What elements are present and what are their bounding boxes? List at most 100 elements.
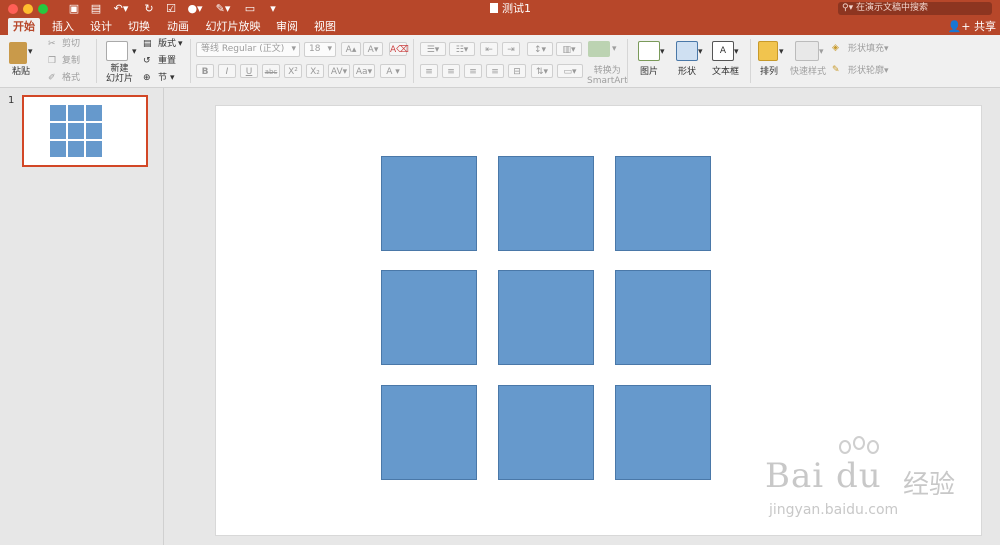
tab-home[interactable]: 开始 [8,18,40,35]
strikethrough-button[interactable]: abc [262,64,280,78]
shape-icon[interactable] [676,41,698,61]
underline-button[interactable]: U [240,64,258,78]
section-dropdown-icon[interactable]: ▾ [170,73,175,84]
format-painter-icon[interactable]: ✐ [48,73,56,84]
quick-styles-dropdown-icon[interactable]: ▾ [819,47,824,58]
align-center-button[interactable]: ≡ [442,64,460,78]
textbox-button[interactable]: 文本框 [712,67,739,78]
paste-button[interactable]: 粘贴 [12,67,30,78]
copy-button[interactable]: 复制 [62,56,80,67]
justify-button[interactable]: ≡ [486,64,504,78]
increase-indent-button[interactable]: ⇥ [502,42,520,56]
subscript-button[interactable]: X₂ [306,64,324,78]
search-input[interactable]: ⚲▾ 在演示文稿中搜索 [838,2,992,15]
tab-view[interactable]: 视图 [310,18,340,35]
new-slide-dropdown-icon[interactable]: ▾ [132,47,137,58]
picture-button[interactable]: 图片 [640,67,658,78]
minimize-window-button[interactable] [23,4,33,14]
shape-button[interactable]: 形状 [678,67,696,78]
section-button[interactable]: 节 [158,73,167,84]
tab-slideshow[interactable]: 幻灯片放映 [202,18,264,35]
increase-font-size-button[interactable]: A▴ [341,42,361,56]
tab-transitions[interactable]: 切换 [124,18,154,35]
shape-fill-button[interactable]: 形状填充 [848,44,884,55]
arrange-button[interactable]: 排列 [760,67,778,78]
arrange-icon[interactable] [758,41,778,61]
tab-animations[interactable]: 动画 [162,18,194,35]
convert-smartart-button[interactable]: 转换为 SmartArt [587,66,628,86]
customize-qat-icon[interactable]: ▾ [268,2,278,16]
shapes-icon[interactable]: ●▾ [186,2,204,16]
layout-icon[interactable]: ▤ [143,39,152,50]
copy-icon[interactable]: ❐ [48,56,56,67]
superscript-button[interactable]: X² [284,64,302,78]
new-slide-icon[interactable] [106,41,128,61]
change-case-button[interactable]: Aa▾ [353,64,375,78]
square-shape[interactable] [498,385,594,480]
quick-styles-button[interactable]: 快速样式 [790,67,826,78]
character-spacing-button[interactable]: AV▾ [328,64,350,78]
square-shape[interactable] [381,385,477,480]
square-shape[interactable] [615,270,711,365]
save-icon[interactable]: ▤ [90,2,102,16]
pen-icon[interactable]: ✎▾ [214,2,232,16]
clear-formatting-button[interactable]: A⌫ [389,42,409,56]
shape-fill-dropdown-icon[interactable]: ▾ [884,44,889,55]
paste-dropdown-icon[interactable]: ▾ [28,47,33,58]
decrease-indent-button[interactable]: ⇤ [480,42,498,56]
square-shape[interactable] [615,385,711,480]
share-button[interactable]: 👤+ 共享 [948,18,996,35]
font-name-field[interactable]: 等线 Regular (正文) ▾ [196,42,300,57]
reset-button[interactable]: 重置 [158,56,176,67]
layout-dropdown-icon[interactable]: ▾ [178,39,183,50]
italic-button[interactable]: I [218,64,236,78]
text-direction-button[interactable]: ⇅▾ [531,64,553,78]
distributed-button[interactable]: ⊟ [508,64,526,78]
smartart-icon[interactable] [588,41,610,57]
square-shape[interactable] [498,270,594,365]
square-shape[interactable] [381,156,477,251]
undo-icon[interactable]: ↶▾ [112,2,130,16]
bullets-button[interactable]: ☰▾ [420,42,446,56]
shape-dropdown-icon[interactable]: ▾ [698,47,703,58]
shape-outline-button[interactable]: 形状轮廓 [848,66,884,77]
square-shape[interactable] [615,156,711,251]
shape-outline-dropdown-icon[interactable]: ▾ [884,66,889,77]
columns-button[interactable]: ▥▾ [556,42,582,56]
paint-bucket-icon[interactable]: ◈ [832,43,839,54]
slide-thumbnail[interactable] [22,95,148,167]
quick-styles-icon[interactable] [795,41,819,61]
redo-icon[interactable]: ↻ [143,2,155,16]
align-left-button[interactable]: ≡ [420,64,438,78]
numbering-button[interactable]: ☷▾ [449,42,475,56]
maximize-window-button[interactable] [38,4,48,14]
picture-icon[interactable] [638,41,660,61]
square-shape[interactable] [498,156,594,251]
textbox-dropdown-icon[interactable]: ▾ [734,47,739,58]
pen-outline-icon[interactable]: ✎ [832,65,840,76]
bold-button[interactable]: B [196,64,214,78]
tab-review[interactable]: 审阅 [272,18,302,35]
arrange-dropdown-icon[interactable]: ▾ [779,47,784,58]
font-size-field[interactable]: 18 ▾ [304,42,336,57]
decrease-font-size-button[interactable]: A▾ [363,42,383,56]
font-color-button[interactable]: A ▾ [380,64,406,78]
close-window-button[interactable] [8,4,18,14]
textbox-icon[interactable]: A [712,41,734,61]
sidebar-toggle-icon[interactable]: ▣ [68,2,80,16]
layout-button[interactable]: 版式 [158,39,176,50]
smartart-dropdown-icon[interactable]: ▾ [612,44,617,55]
from-beginning-icon[interactable]: ☑ [164,2,178,16]
reset-icon[interactable]: ↺ [143,56,151,67]
format-painter-button[interactable]: 格式 [62,73,80,84]
picture-dropdown-icon[interactable]: ▾ [660,47,665,58]
cut-button[interactable]: 剪切 [62,39,80,50]
align-right-button[interactable]: ≡ [464,64,482,78]
section-icon[interactable]: ⊕ [143,73,151,84]
tab-insert[interactable]: 插入 [48,18,78,35]
paste-icon[interactable] [9,42,27,64]
new-slide-button[interactable]: 新建 幻灯片 [106,64,133,84]
tab-design[interactable]: 设计 [86,18,116,35]
align-text-button[interactable]: ▭▾ [557,64,583,78]
square-shape[interactable] [381,270,477,365]
